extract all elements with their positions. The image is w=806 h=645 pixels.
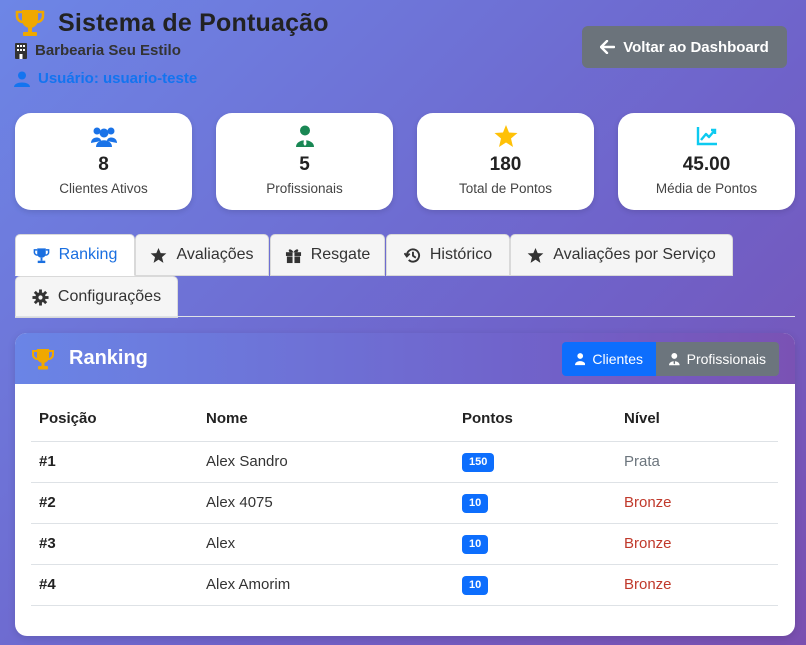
stat-value: 8 xyxy=(98,154,109,175)
tab-avaliacoes-por-servico[interactable]: Avaliações por Serviço xyxy=(510,234,733,276)
stat-label: Média de Pontos xyxy=(655,181,758,196)
tab-label: Configurações xyxy=(57,288,162,305)
building-icon xyxy=(15,42,27,59)
professional-icon xyxy=(295,125,314,147)
rank-position: #1 xyxy=(31,441,206,483)
tab-divider xyxy=(15,316,795,317)
page-header: Sistema de Pontuação Barbearia Seu Estil… xyxy=(14,8,329,87)
table-header-row: Posição Nome Pontos Nível xyxy=(31,397,778,442)
ranking-toggle: Clientes Profissionais xyxy=(562,342,779,376)
column-header: Pontos xyxy=(462,397,624,442)
trophy-icon xyxy=(33,247,49,263)
level: Bronze xyxy=(624,564,778,606)
stat-card-pontos: 180 Total de Pontos xyxy=(417,113,594,210)
stat-label: Total de Pontos xyxy=(458,181,553,196)
tab-historico[interactable]: Histórico xyxy=(386,234,510,276)
stat-card-clientes: 8 Clientes Ativos xyxy=(15,113,192,210)
ranking-panel: Ranking Clientes Profissionais Posição N… xyxy=(15,333,795,636)
stat-card-profissionais: 5 Profissionais xyxy=(216,113,393,210)
tab-configuracoes[interactable]: Configurações xyxy=(15,276,178,318)
toggle-label: Profissionais xyxy=(686,351,766,367)
stat-label: Clientes Ativos xyxy=(59,181,148,196)
tab-label: Resgate xyxy=(310,246,371,263)
points-badge: 10 xyxy=(462,575,489,595)
user-icon xyxy=(575,353,586,366)
clientes-toggle-button[interactable]: Clientes xyxy=(562,342,656,376)
history-icon xyxy=(403,247,420,263)
column-header: Posição xyxy=(31,397,206,442)
trophy-icon xyxy=(15,10,45,36)
tab-label: Avaliações por Serviço xyxy=(553,246,716,263)
business-name: Barbearia Seu Estilo xyxy=(35,42,181,59)
client-name: Alex xyxy=(206,523,462,565)
star-icon xyxy=(151,247,167,263)
tab-label: Histórico xyxy=(429,246,493,263)
tab-label: Ranking xyxy=(58,246,118,263)
stat-card-media: 45.00 Média de Pontos xyxy=(618,113,795,210)
trophy-icon xyxy=(32,348,54,369)
column-header: Nome xyxy=(206,397,462,442)
level: Bronze xyxy=(624,523,778,565)
rank-position: #4 xyxy=(31,564,206,606)
professional-icon xyxy=(669,352,680,366)
rank-position: #3 xyxy=(31,523,206,565)
gear-icon xyxy=(32,288,49,306)
back-to-dashboard-button[interactable]: Voltar ao Dashboard xyxy=(582,26,787,68)
column-header: Nível xyxy=(624,397,778,442)
tab-label: Avaliações xyxy=(176,246,254,263)
table-row: #3 Alex 10 Bronze xyxy=(31,523,778,565)
ranking-title: Ranking xyxy=(69,347,148,369)
tab-resgate[interactable]: Resgate xyxy=(270,234,385,276)
star-icon xyxy=(494,125,517,147)
stat-value: 5 xyxy=(299,154,310,175)
table-row: #4 Alex Amorim 10 Bronze xyxy=(31,564,778,606)
users-icon xyxy=(90,127,117,147)
points-badge: 10 xyxy=(462,534,489,554)
level: Bronze xyxy=(624,482,778,524)
level: Prata xyxy=(624,441,778,483)
points-badge: 10 xyxy=(462,493,489,513)
star-icon xyxy=(527,247,544,263)
ranking-table: Posição Nome Pontos Nível #1 Alex Sandro… xyxy=(31,397,778,606)
current-user: Usuário: usuario-teste xyxy=(38,70,198,87)
client-name: Alex 4075 xyxy=(206,482,462,524)
table-row: #1 Alex Sandro 150 Prata xyxy=(31,441,778,483)
user-icon xyxy=(14,71,30,87)
client-name: Alex Amorim xyxy=(206,564,462,606)
chart-line-icon xyxy=(696,127,717,146)
stat-label: Profissionais xyxy=(266,181,343,196)
toggle-label: Clientes xyxy=(592,351,643,367)
tab-avaliacoes[interactable]: Avaliações xyxy=(135,234,269,276)
arrow-left-icon xyxy=(600,40,616,54)
ranking-panel-header: Ranking Clientes Profissionais xyxy=(15,333,795,384)
profissionais-toggle-button[interactable]: Profissionais xyxy=(656,342,779,376)
tab-ranking[interactable]: Ranking xyxy=(15,234,135,276)
points-badge: 150 xyxy=(462,452,495,472)
table-row: #2 Alex 4075 10 Bronze xyxy=(31,482,778,524)
page-title: Sistema de Pontuação xyxy=(58,8,329,37)
client-name: Alex Sandro xyxy=(206,441,462,483)
rank-position: #2 xyxy=(31,482,206,524)
back-button-label: Voltar ao Dashboard xyxy=(623,38,769,56)
stat-value: 180 xyxy=(489,154,522,175)
gift-icon xyxy=(285,248,301,264)
stat-value: 45.00 xyxy=(682,154,731,175)
